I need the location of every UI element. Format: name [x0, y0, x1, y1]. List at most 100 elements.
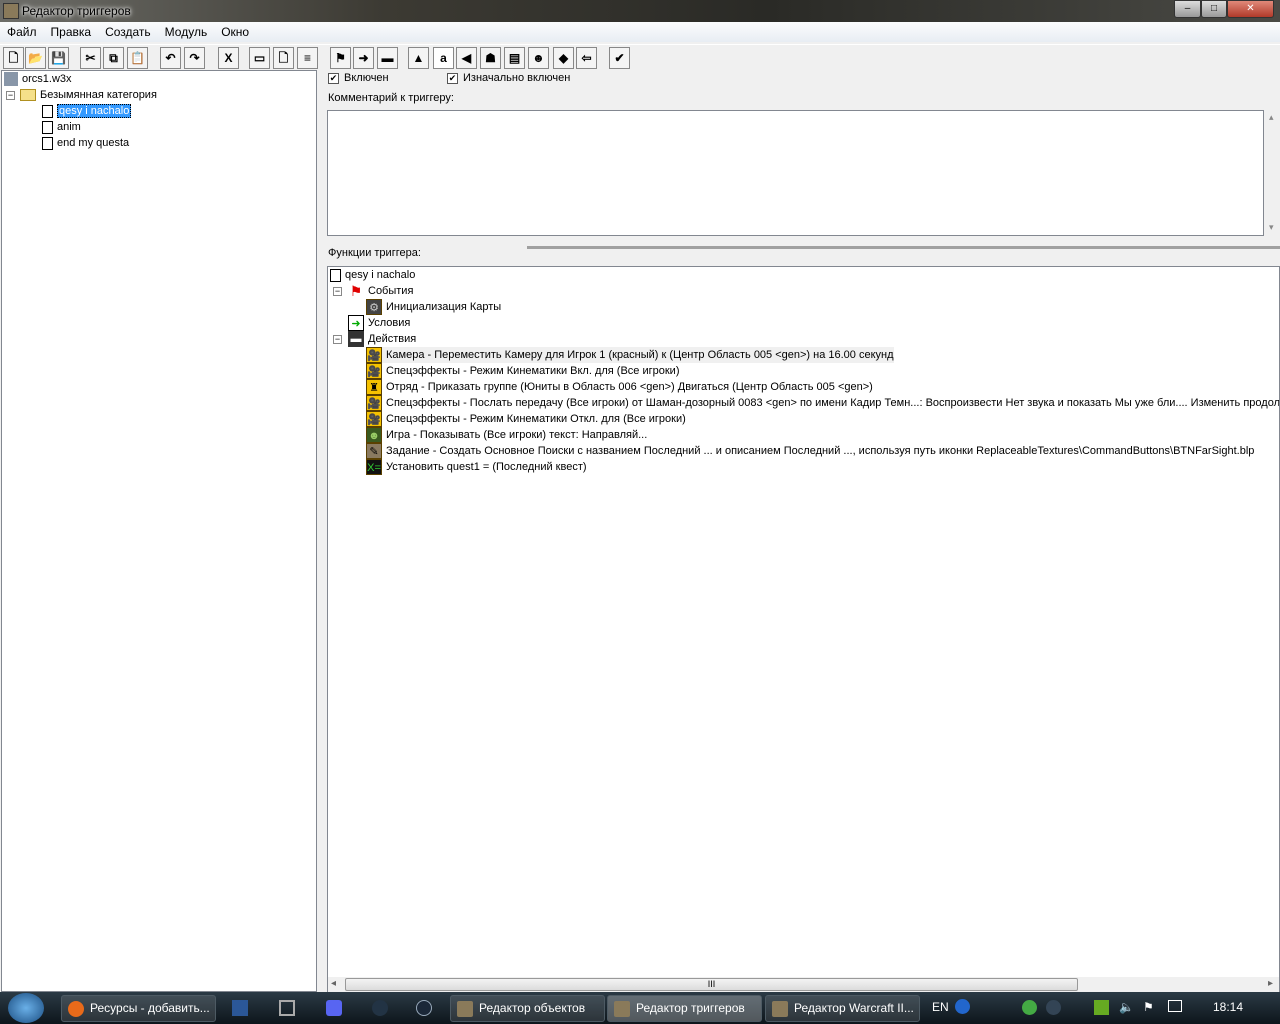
nox-icon[interactable]	[372, 1000, 388, 1016]
trigger-list-panel: orcs1.w3x − Безымянная категория qesy i …	[1, 70, 317, 992]
collapse-icon[interactable]: −	[333, 287, 342, 296]
enabled-checkbox[interactable]: ✔ Включен	[328, 70, 389, 86]
collapse-icon[interactable]: −	[333, 335, 342, 344]
menu-module[interactable]: Модуль	[158, 22, 215, 39]
redo-icon[interactable]: ↷	[184, 47, 205, 69]
scroll-down-icon[interactable]: ▾	[1269, 222, 1274, 233]
action-item[interactable]: 🎥 Спецэффекты - Режим Кинематики Вкл. для…	[366, 363, 680, 380]
functions-label: Функции триггера:	[328, 247, 421, 259]
category-node[interactable]: Безымянная категория	[20, 87, 157, 103]
tray-app-icon[interactable]	[1022, 1000, 1037, 1015]
app-icon[interactable]	[279, 1000, 295, 1016]
close-button[interactable]: ✕	[1227, 0, 1274, 18]
test-map-icon[interactable]: ✔	[609, 47, 630, 69]
taskbar-firefox[interactable]: Ресурсы - добавить...	[61, 995, 216, 1022]
action-item[interactable]: ✎ Задание - Создать Основное Поиски с наз…	[366, 443, 1254, 460]
network-icon[interactable]	[1168, 1000, 1182, 1012]
action-item[interactable]: ♜ Отряд - Приказать группе (Юниты в Облас…	[366, 379, 873, 396]
new-comment-icon[interactable]: ≡	[297, 47, 318, 69]
ai-editor-icon[interactable]: ☻	[528, 47, 549, 69]
trigger-item[interactable]: end my questa	[42, 135, 129, 151]
discord-icon[interactable]	[326, 1000, 342, 1016]
save-icon[interactable]: 💾	[48, 47, 69, 69]
nvidia-icon[interactable]	[1094, 1000, 1109, 1015]
import-manager-icon[interactable]: ⇦	[576, 47, 597, 69]
new-event-icon[interactable]: ⚑	[330, 47, 351, 69]
taskbar-warcraft-editor[interactable]: Редактор Warcraft II...	[765, 995, 920, 1022]
trigger-root-label: qesy i nachalo	[345, 269, 416, 281]
trigger-item[interactable]: anim	[42, 119, 81, 135]
open-icon[interactable]: 📂	[25, 47, 46, 69]
menu-create[interactable]: Создать	[98, 22, 158, 39]
campaign-editor-icon[interactable]: ▤	[504, 47, 525, 69]
menu-file[interactable]: Файл	[0, 22, 44, 39]
language-indicator[interactable]: EN	[932, 1000, 949, 1014]
checkmark-icon: ✔	[447, 72, 458, 84]
scroll-right-icon[interactable]: ▸	[1268, 978, 1273, 989]
trigger-label: end my questa	[57, 137, 130, 149]
action-center-icon[interactable]: ⚑	[1143, 1000, 1154, 1014]
trigger-root-node[interactable]: qesy i nachalo	[330, 267, 415, 283]
trigger-editor-icon[interactable]: a	[433, 47, 454, 69]
terrain-editor-icon[interactable]: ▲	[408, 47, 429, 69]
action-item[interactable]: 🎥 Спецэффекты - Послать передачу (Все игр…	[366, 395, 1279, 412]
help-icon[interactable]	[955, 999, 970, 1014]
object-editor-icon[interactable]: ☗	[480, 47, 501, 69]
menu-bar: Файл Правка Создать Модуль Окно	[0, 22, 1280, 42]
folder-icon	[20, 89, 36, 102]
new-condition-icon[interactable]: ➜	[353, 47, 374, 69]
initially-on-checkbox[interactable]: ✔ Изначально включен	[447, 70, 570, 86]
cut-icon[interactable]: ✂	[80, 47, 101, 69]
event-item[interactable]: ⚙ Инициализация Карты	[366, 299, 501, 316]
new-icon[interactable]: 🗋	[3, 47, 24, 69]
checkmark-icon: ✔	[328, 72, 339, 84]
trigger-icon	[42, 120, 53, 134]
trigger-icon	[42, 136, 53, 150]
menu-window[interactable]: Окно	[214, 22, 256, 39]
task-label: Ресурсы - добавить...	[90, 1001, 210, 1015]
new-category-icon[interactable]: ▭	[249, 47, 270, 69]
steam-tray-icon[interactable]	[1046, 1000, 1061, 1015]
action-item[interactable]: ☻ Игра - Показывать (Все игроки) текст: Н…	[366, 427, 647, 444]
scrollbar-thumb[interactable]: III	[345, 978, 1078, 991]
new-action-icon[interactable]: ▬	[377, 47, 398, 69]
cinematic-icon: 🎥	[366, 411, 382, 428]
variables-icon[interactable]: X	[218, 47, 239, 69]
trigger-item[interactable]: qesy i nachalo	[42, 103, 132, 119]
copy-icon[interactable]: ⧉	[103, 47, 124, 69]
quest-icon: ✎	[366, 443, 382, 460]
actions-node[interactable]: ▬ Действия	[348, 331, 416, 348]
undo-icon[interactable]: ↶	[160, 47, 181, 69]
start-button[interactable]	[8, 993, 44, 1023]
taskbar: Ресурсы - добавить... Редактор объектов …	[0, 992, 1280, 1024]
clock[interactable]: 18:14	[1213, 1000, 1243, 1014]
action-item[interactable]: X= Установить quest1 = (Последний квест)	[366, 459, 587, 476]
trigger-icon	[330, 268, 341, 282]
events-node[interactable]: ⚑ События	[348, 283, 414, 299]
conditions-node[interactable]: ➜ Условия	[348, 315, 410, 332]
taskbar-object-editor[interactable]: Редактор объектов	[450, 995, 605, 1022]
minimize-button[interactable]: –	[1174, 0, 1201, 18]
panel-splitter[interactable]	[527, 246, 1280, 249]
new-trigger-icon[interactable]: 🗋	[273, 47, 294, 69]
comment-scrollbar[interactable]: ▴ ▾	[1266, 110, 1279, 236]
sound-editor-icon[interactable]: ◀	[456, 47, 477, 69]
word-icon[interactable]	[232, 1000, 248, 1016]
scroll-up-icon[interactable]: ▴	[1269, 112, 1274, 123]
action-item[interactable]: 🎥 Спецэффекты - Режим Кинематики Откл. дл…	[366, 411, 686, 428]
volume-icon[interactable]: 🔈	[1119, 1000, 1134, 1014]
steam-icon[interactable]	[416, 1000, 432, 1016]
editor-icon	[614, 1001, 630, 1017]
maximize-button[interactable]: □	[1201, 0, 1227, 18]
map-icon	[4, 72, 18, 87]
collapse-icon[interactable]: −	[6, 91, 15, 100]
menu-edit[interactable]: Правка	[44, 22, 99, 39]
action-item[interactable]: 🎥 Камера - Переместить Камеру для Игрок 1…	[366, 347, 894, 364]
taskbar-trigger-editor[interactable]: Редактор триггеров	[607, 995, 762, 1022]
paste-icon[interactable]: 📋	[127, 47, 148, 69]
cinematic-icon: 🎥	[366, 363, 382, 380]
scroll-left-icon[interactable]: ◂	[331, 978, 336, 989]
object-manager-icon[interactable]: ◆	[553, 47, 574, 69]
map-node[interactable]: orcs1.w3x	[4, 71, 72, 87]
comment-textarea[interactable]	[327, 110, 1264, 236]
